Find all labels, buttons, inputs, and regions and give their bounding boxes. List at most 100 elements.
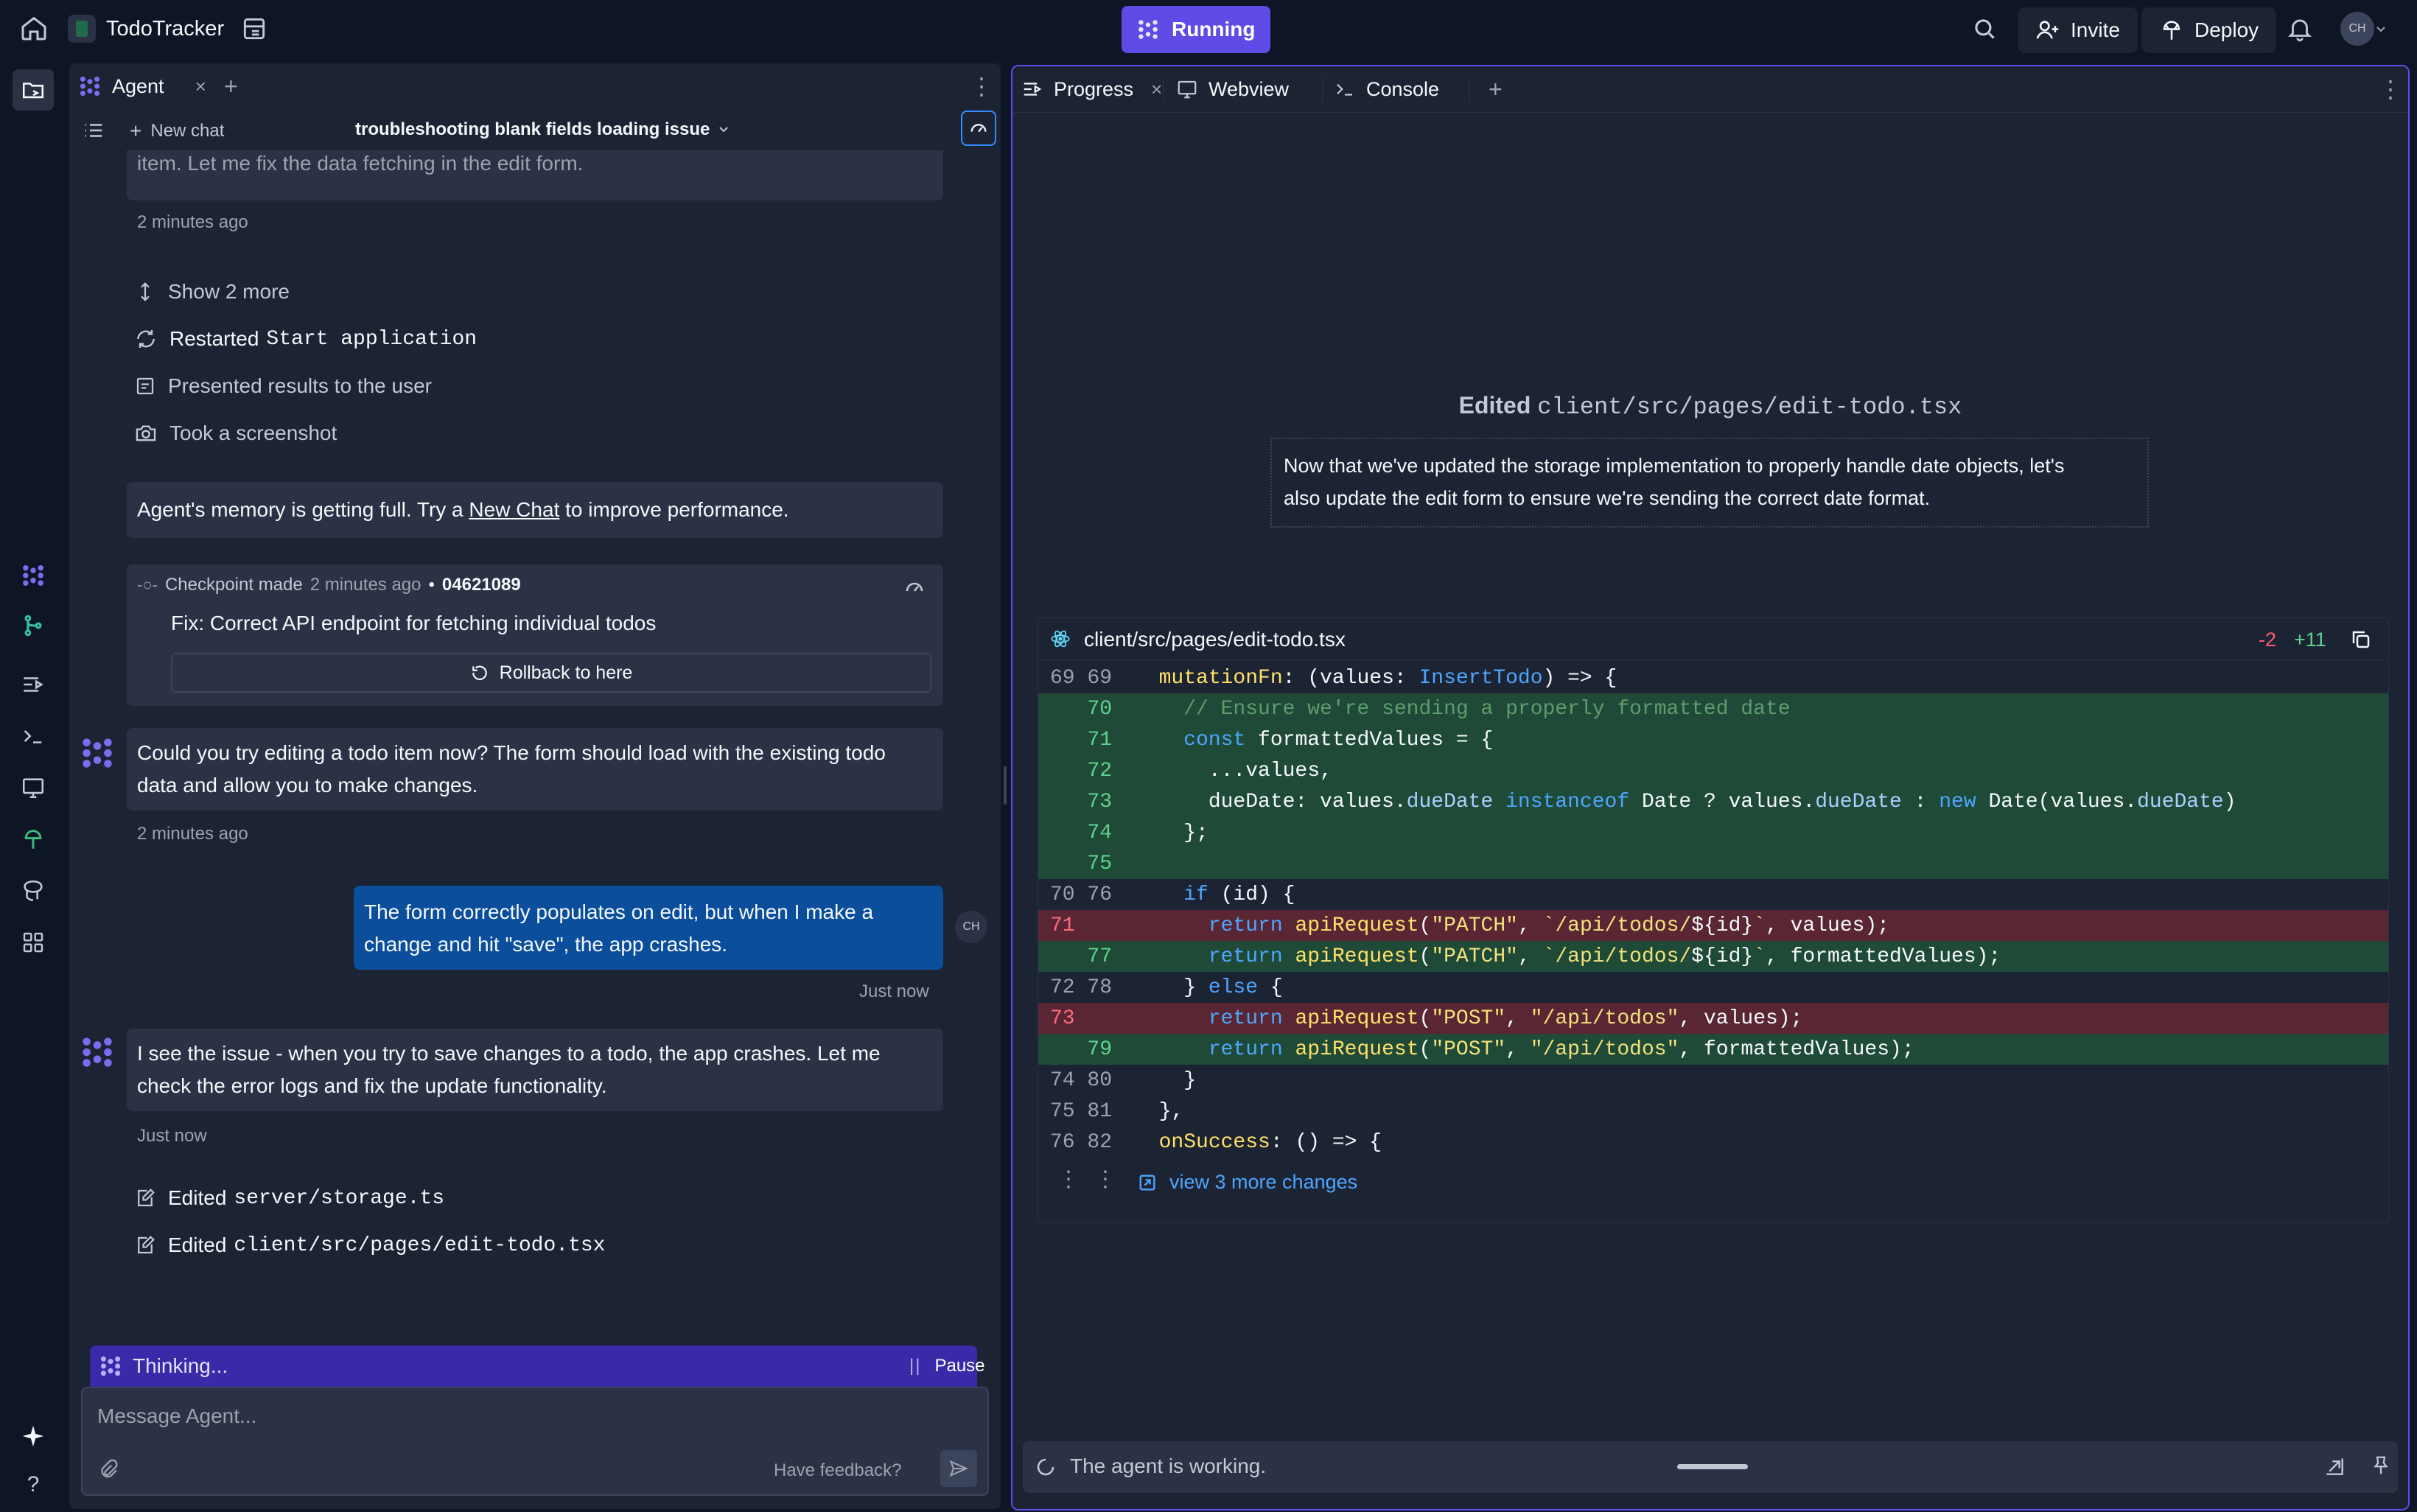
camera-icon <box>134 421 158 445</box>
action-edited-file[interactable]: Edited server/storage.ts <box>134 1186 444 1210</box>
code-line-added: 74 }; <box>1038 817 2388 848</box>
console-rail-icon[interactable] <box>16 719 50 753</box>
more-options-icon[interactable]: ⋮ <box>2379 66 2402 112</box>
checkpoint-time: 2 minutes ago <box>309 575 422 595</box>
edit-explanation: Now that we've updated the storage imple… <box>1270 438 2149 528</box>
tab-label: Progress <box>1054 77 1134 100</box>
add-tab-icon[interactable]: + <box>224 63 238 109</box>
avatar[interactable]: CH <box>2340 12 2374 46</box>
action-screenshot[interactable]: Took a screenshot <box>134 421 337 445</box>
deploy-rail-icon[interactable] <box>16 822 50 856</box>
deploy-icon <box>2159 18 2184 43</box>
monitor-icon <box>1176 78 1198 100</box>
react-file-icon <box>1050 629 1071 649</box>
run-status-button[interactable]: Running <box>1122 6 1270 53</box>
tab-progress[interactable]: Progress × <box>1021 66 1162 112</box>
message-input[interactable]: Message Agent... <box>97 1404 256 1428</box>
collapsed-lines-icon[interactable]: ⋮ <box>1057 1166 1080 1192</box>
edit-heading: Edited client/src/pages/edit-todo.tsx <box>1012 392 2408 421</box>
tab-webview[interactable]: Webview <box>1176 66 1289 112</box>
tab-console[interactable]: Console <box>1334 66 1439 112</box>
open-external-icon[interactable] <box>2323 1455 2346 1478</box>
external-link-icon <box>1137 1172 1158 1193</box>
notifications-bell-icon[interactable] <box>2286 15 2314 43</box>
code-line: 69 69 mutationFn: (values: InsertTodo) =… <box>1038 662 2388 693</box>
search-icon[interactable] <box>1970 15 1998 43</box>
git-branch-icon[interactable] <box>16 609 50 643</box>
database-icon[interactable] <box>16 874 50 908</box>
view-more-changes-link[interactable]: view 3 more changes <box>1137 1171 1357 1194</box>
agent-status-bar: The agent is working. <box>1023 1441 2398 1493</box>
sparkle-icon[interactable] <box>16 1419 50 1453</box>
send-button[interactable] <box>940 1450 977 1487</box>
message-input-box[interactable]: Message Agent... Have feedback? <box>81 1387 989 1496</box>
chevron-down-icon[interactable] <box>2376 25 2386 34</box>
replit-logo-icon <box>1136 18 1160 41</box>
workspace-tab-bar: Progress × Webview Console + ⋮ <box>1012 66 2408 113</box>
attach-paperclip-icon[interactable] <box>96 1457 119 1481</box>
code-line-added: 70 // Ensure we're sending a properly fo… <box>1038 693 2388 724</box>
agent-message: Could you try editing a todo item now? T… <box>127 728 943 811</box>
edit-heading-verb: Edited <box>1458 392 1531 419</box>
action-verb: Edited <box>168 1233 227 1256</box>
invite-button[interactable]: Invite <box>2018 7 2138 53</box>
help-icon[interactable]: ? <box>16 1468 50 1502</box>
action-presented-results[interactable]: Presented results to the user <box>134 374 432 398</box>
edit-note-line: Now that we've updated the storage imple… <box>1284 455 2065 477</box>
gauge-icon[interactable] <box>903 576 926 598</box>
line-number: 72 78 <box>1050 976 1113 999</box>
checkpoint-card: -○- Checkpoint made 2 minutes ago • 0462… <box>127 564 943 706</box>
progress-rail-icon[interactable] <box>16 668 50 701</box>
send-icon <box>948 1458 969 1479</box>
action-target: Start application <box>266 327 478 351</box>
edit-file-icon <box>134 1234 156 1256</box>
webview-rail-icon[interactable] <box>16 771 50 805</box>
close-tab-icon[interactable]: × <box>195 75 206 98</box>
diff-removed-count: -2 <box>2259 629 2277 651</box>
chat-history-icon[interactable] <box>83 119 105 141</box>
agent-rail-icon[interactable] <box>16 559 50 592</box>
line-number: 70 76 <box>1050 883 1113 906</box>
new-chat-link[interactable]: New Chat <box>469 498 559 521</box>
chat-title-dropdown[interactable]: troubleshooting blank fields loading iss… <box>355 119 729 140</box>
message-line: change and hit "save", the app crashes. <box>364 933 728 956</box>
action-edited-file[interactable]: Edited client/src/pages/edit-todo.tsx <box>134 1233 606 1257</box>
pause-button[interactable]: || Pause <box>909 1356 985 1376</box>
action-verb: Took a screenshot <box>169 421 337 444</box>
line-number: 71 <box>1050 914 1075 937</box>
agent-message: I see the issue - when you try to save c… <box>127 1029 943 1111</box>
pane-resize-handle[interactable] <box>1004 766 1007 805</box>
collapsed-lines-icon[interactable]: ⋮ <box>1094 1166 1116 1192</box>
pin-icon[interactable] <box>2370 1455 2392 1477</box>
feedback-link[interactable]: Have feedback? <box>774 1460 901 1481</box>
rollback-button[interactable]: Rollback to here <box>171 653 931 693</box>
files-icon[interactable] <box>13 69 54 111</box>
thinking-label: Thinking... <box>133 1354 228 1377</box>
commit-icon: -○- <box>137 575 158 594</box>
home-icon[interactable] <box>19 13 49 43</box>
deploy-label: Deploy <box>2194 18 2259 41</box>
close-tab-icon[interactable]: × <box>1151 78 1162 101</box>
show-more-button[interactable]: Show 2 more <box>134 280 290 304</box>
speed-gauge-icon[interactable] <box>961 111 996 146</box>
terminal-icon <box>1334 78 1356 100</box>
app-name-button[interactable]: TodoTracker <box>68 15 224 43</box>
user-avatar-initials: CH <box>962 920 980 933</box>
layout-icon[interactable] <box>240 15 268 43</box>
new-chat-button[interactable]: + New chat <box>130 119 224 143</box>
edit-file-icon <box>134 1187 156 1209</box>
add-tab-icon[interactable]: + <box>1489 66 1503 112</box>
user-message: The form correctly populates on edit, bu… <box>354 886 943 970</box>
copy-icon[interactable] <box>2350 629 2372 651</box>
all-tools-grid-icon[interactable] <box>16 925 50 959</box>
line-number: 79 <box>1050 1037 1113 1061</box>
action-restarted[interactable]: Restarted Start application <box>134 327 477 351</box>
deploy-button[interactable]: Deploy <box>2141 7 2277 53</box>
presentation-icon <box>134 375 156 397</box>
code-line-removed: 73 return apiRequest("POST", "/api/todos… <box>1038 1003 2388 1034</box>
more-options-icon[interactable]: ⋮ <box>970 63 993 109</box>
code-line-added: 77 return apiRequest("PATCH", `/api/todo… <box>1038 941 2388 972</box>
pause-label: Pause <box>934 1356 985 1376</box>
tab-agent[interactable]: Agent × <box>78 63 206 109</box>
drag-handle[interactable] <box>1677 1464 1748 1469</box>
